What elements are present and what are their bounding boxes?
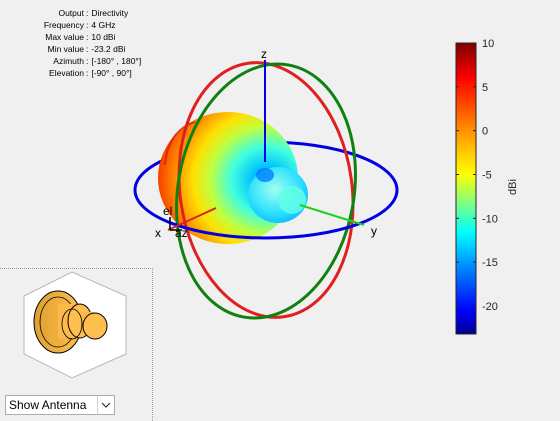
colorbar-tick-label: 10: [482, 38, 494, 50]
colorbar-tick-label: 5: [482, 82, 488, 94]
colorbar-tick-label: -10: [482, 213, 498, 225]
show-antenna-dropdown[interactable]: Show Antenna: [5, 395, 115, 415]
dropdown-selected-value: Show Antenna: [9, 398, 87, 412]
y-axis-label: y: [371, 224, 377, 238]
z-axis-label: z: [261, 47, 267, 61]
colorbar: 10 5 0 -5 -10 -15 -20 dBi: [455, 38, 519, 335]
colorbar-tick-label: -5: [482, 169, 492, 181]
x-axis-label: x: [155, 226, 161, 240]
colorbar-axis-label: dBi: [507, 179, 519, 195]
colorbar-tick-label: -15: [482, 257, 498, 269]
el-label: el: [163, 204, 172, 218]
colorbar-tick-label: 0: [482, 126, 488, 138]
chevron-down-icon[interactable]: [97, 396, 114, 414]
colorbar-tick-label: -20: [482, 301, 498, 313]
az-label: az: [175, 226, 188, 240]
